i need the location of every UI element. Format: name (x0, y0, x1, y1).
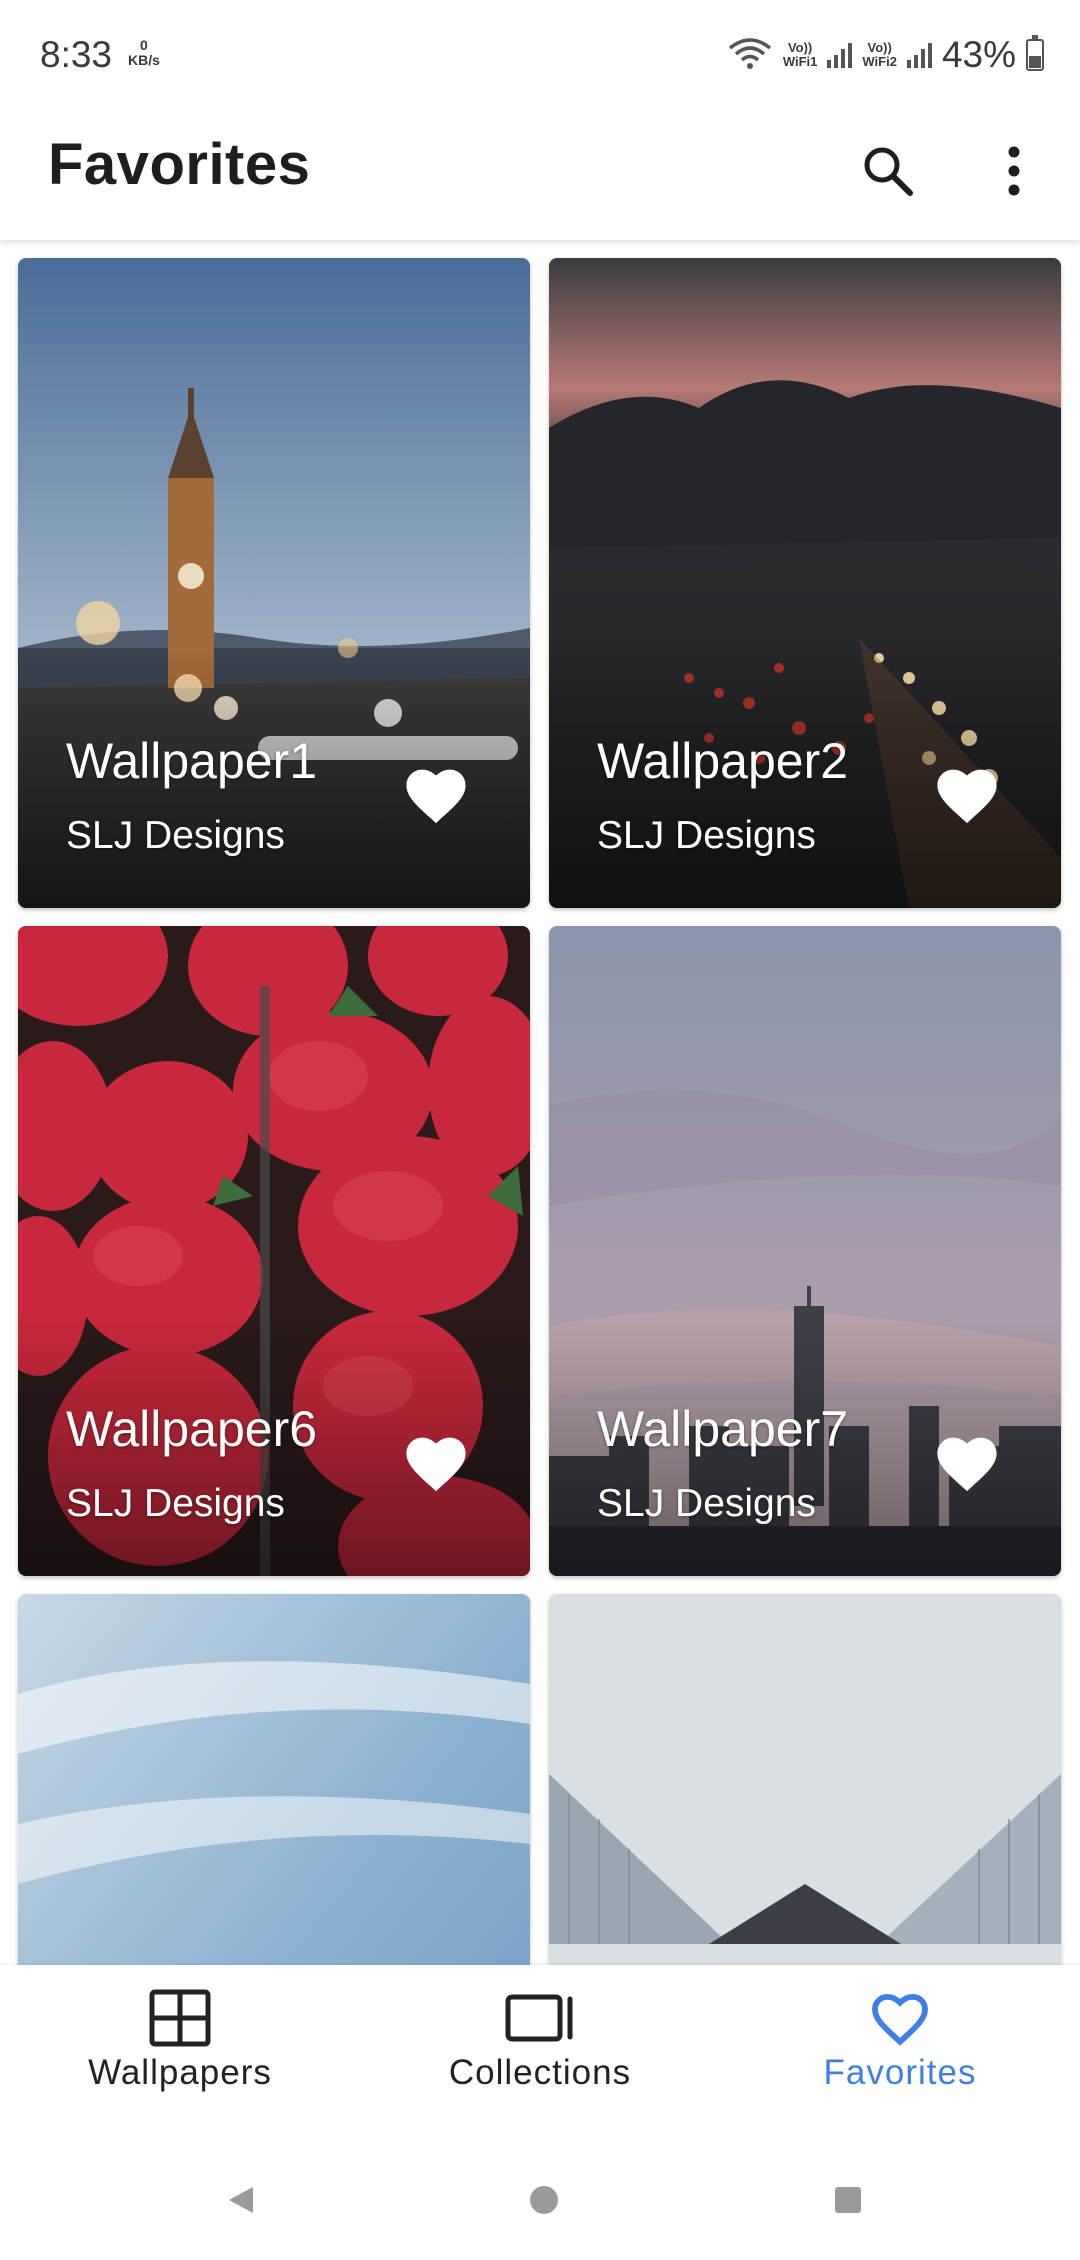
signal-icon (827, 42, 853, 68)
status-bar: 8:33 0 KB/s Vo)) WiFi1 Vo)) WiFi2 43% (0, 0, 1080, 115)
wallpaper-card[interactable]: Wallpaper1 SLJ Designs (18, 258, 530, 908)
home-button[interactable] (522, 2178, 566, 2222)
wallpaper-author: SLJ Designs (66, 814, 285, 857)
wallpaper-card[interactable]: Wallpaper7 SLJ Designs (549, 926, 1061, 1576)
wifi-icon (727, 36, 773, 75)
network-speed: 0 KB/s (128, 38, 160, 68)
grid-icon (149, 1989, 211, 2047)
wallpaper-title: Wallpaper7 (597, 1401, 849, 1457)
wallpaper-card[interactable] (549, 1594, 1061, 1965)
wallpaper-author: SLJ Designs (597, 1482, 816, 1525)
collections-icon (505, 1994, 573, 2042)
sim2-wifi: WiFi2 (862, 54, 897, 69)
search-icon (864, 147, 913, 196)
nav-label-wallpapers: Wallpapers (88, 2053, 272, 2092)
battery-percent: 43% (941, 34, 1016, 75)
nav-item-collections[interactable]: Collections (360, 1989, 720, 2119)
sim2-label: Vo)) WiFi2 (862, 41, 897, 69)
nav-item-wallpapers[interactable]: Wallpapers (0, 1989, 360, 2119)
home-icon (530, 2186, 558, 2214)
signal-icon-2 (906, 42, 932, 68)
favorites-grid: Wallpaper1 SLJ Designs Wallpaper2 SLJ De… (0, 240, 1080, 1965)
sim1-volte: Vo)) (787, 40, 813, 55)
system-navigation-bar (0, 2140, 1080, 2260)
sim1-label: Vo)) WiFi1 (783, 41, 818, 69)
heart-icon[interactable] (402, 764, 470, 826)
wallpaper-image (18, 1594, 530, 1965)
more-options-button[interactable] (974, 131, 1054, 211)
heart-icon[interactable] (402, 1432, 470, 1494)
battery-icon (1026, 35, 1044, 71)
back-button[interactable] (219, 2178, 263, 2222)
sim1-wifi: WiFi1 (782, 54, 818, 69)
heart-icon[interactable] (933, 1432, 1001, 1494)
nav-label-favorites: Favorites (823, 2053, 977, 2092)
wallpaper-title: Wallpaper6 (66, 1401, 318, 1457)
heart-icon (872, 1994, 928, 2046)
page-title: Favorites (48, 132, 311, 197)
nav-item-favorites[interactable]: Favorites (720, 1989, 1080, 2119)
more-vert-icon (1008, 146, 1020, 196)
wallpaper-card[interactable]: Wallpaper2 SLJ Designs (549, 258, 1061, 908)
wallpaper-card[interactable]: Wallpaper6 SLJ Designs (18, 926, 530, 1576)
nav-label-collections: Collections (448, 2053, 632, 2092)
network-speed-unit: KB/s (128, 52, 160, 68)
network-speed-value: 0 (140, 37, 148, 53)
wallpaper-title: Wallpaper1 (66, 733, 318, 789)
app-bar: Favorites (0, 115, 1080, 240)
wallpaper-author: SLJ Designs (66, 1482, 285, 1525)
search-button[interactable] (848, 131, 928, 211)
recents-button[interactable] (826, 2178, 870, 2222)
wallpaper-card[interactable] (18, 1594, 530, 1965)
sim2-volte: Vo)) (867, 40, 892, 55)
status-time: 8:33 (40, 34, 113, 75)
wallpaper-image (549, 1594, 1061, 1965)
back-icon (229, 2187, 253, 2213)
bottom-navigation: Wallpapers Collections Favorites (0, 1965, 1080, 2140)
wallpaper-title: Wallpaper2 (597, 733, 849, 789)
heart-icon[interactable] (933, 764, 1001, 826)
recents-icon (835, 2187, 861, 2213)
wallpaper-author: SLJ Designs (597, 814, 816, 857)
status-icons: Vo)) WiFi1 Vo)) WiFi2 43% (727, 34, 1044, 76)
